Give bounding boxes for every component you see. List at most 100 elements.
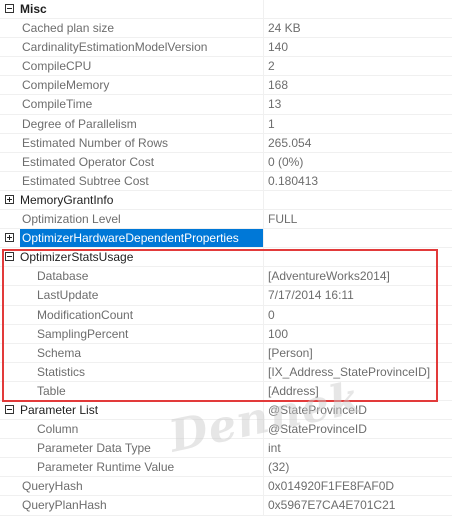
- property-name: CompileMemory: [22, 78, 110, 93]
- collapse-icon[interactable]: [5, 4, 14, 13]
- column-divider: [263, 57, 264, 76]
- column-divider: [263, 19, 264, 38]
- row-gutter: [0, 324, 18, 343]
- property-name: CompileTime: [22, 97, 93, 112]
- property-row[interactable]: Estimated Number of Rows 265.054: [0, 133, 452, 153]
- column-divider: [263, 267, 264, 286]
- property-value: 140: [268, 40, 289, 55]
- column-divider: [263, 477, 264, 496]
- property-name: QueryPlanHash: [22, 498, 107, 513]
- property-value: [268, 229, 452, 247]
- property-name: Database: [37, 269, 89, 284]
- property-value: [AdventureWorks2014]: [268, 269, 390, 284]
- property-name: Optimization Level: [22, 212, 121, 227]
- row-gutter: [0, 477, 18, 496]
- child-property-row[interactable]: Schema [Person]: [0, 343, 452, 363]
- property-row[interactable]: Estimated Subtree Cost 0.180413: [0, 171, 452, 191]
- child-property-row[interactable]: Statistics [IX_Address_StateProvinceID]: [0, 362, 452, 382]
- row-gutter: [0, 210, 18, 229]
- group-row[interactable]: OptimizerHardwareDependentProperties: [0, 229, 452, 249]
- group-row[interactable]: MemoryGrantInfo: [0, 190, 452, 211]
- column-divider: [263, 362, 264, 381]
- property-name: Estimated Operator Cost: [22, 154, 155, 169]
- column-divider: [263, 38, 264, 57]
- property-name: LastUpdate: [37, 288, 99, 303]
- property-value: [Address]: [268, 383, 319, 398]
- property-name: CardinalityEstimationModelVersion: [22, 40, 208, 55]
- property-name: SamplingPercent: [37, 326, 129, 341]
- property-value: (32): [268, 460, 290, 475]
- column-divider: [263, 343, 264, 362]
- child-property-row[interactable]: Parameter Data Type int: [0, 439, 452, 459]
- property-value: 100: [268, 326, 289, 341]
- expand-icon[interactable]: [5, 194, 14, 204]
- child-property-row[interactable]: SamplingPercent 100: [0, 324, 452, 344]
- row-gutter: [0, 439, 18, 458]
- property-value: 0.180413: [268, 173, 319, 188]
- column-divider: [263, 496, 264, 515]
- property-name: Estimated Subtree Cost: [22, 173, 149, 188]
- property-row[interactable]: CompileMemory 168: [0, 76, 452, 96]
- column-divider: [263, 171, 264, 190]
- row-gutter: [0, 267, 18, 286]
- property-name: QueryHash: [22, 479, 83, 494]
- property-value: 0 (0%): [268, 154, 304, 169]
- child-property-row[interactable]: LastUpdate 7/17/2014 16:11: [0, 286, 452, 306]
- property-value: 24 KB: [268, 21, 301, 36]
- column-divider: [263, 439, 264, 458]
- property-value: [268, 248, 452, 266]
- property-name: MemoryGrantInfo: [20, 192, 114, 207]
- row-gutter: [0, 362, 18, 381]
- property-row[interactable]: QueryPlanHash 0x5967E7CA4E701C21: [0, 496, 452, 516]
- property-name: OptimizerHardwareDependentProperties: [20, 229, 263, 248]
- property-name: Degree of Parallelism: [22, 116, 137, 131]
- column-divider: [263, 190, 264, 210]
- child-property-row[interactable]: ModificationCount 0: [0, 305, 452, 325]
- property-name: Schema: [37, 345, 82, 360]
- property-name: Table: [37, 383, 66, 398]
- collapse-icon[interactable]: [5, 252, 14, 262]
- column-divider: [263, 0, 264, 19]
- property-value: @StateProvinceID: [268, 422, 367, 437]
- property-row[interactable]: Optimization Level FULL: [0, 210, 452, 230]
- row-gutter: [0, 420, 18, 439]
- property-name: Statistics: [37, 364, 86, 379]
- collapse-icon[interactable]: [5, 404, 14, 414]
- property-row[interactable]: CardinalityEstimationModelVersion 140: [0, 38, 452, 58]
- column-divider: [263, 133, 264, 152]
- category-row[interactable]: Misc: [0, 0, 452, 20]
- property-row[interactable]: Estimated Operator Cost 0 (0%): [0, 152, 452, 172]
- property-name: ModificationCount: [37, 307, 134, 322]
- group-row[interactable]: OptimizerStatsUsage: [0, 248, 452, 268]
- row-gutter: [0, 0, 18, 19]
- property-row[interactable]: Degree of Parallelism 1: [0, 114, 452, 134]
- column-divider: [263, 76, 264, 95]
- child-property-row[interactable]: Database [AdventureWorks2014]: [0, 267, 452, 287]
- column-divider: [263, 248, 264, 267]
- column-divider: [263, 381, 264, 400]
- row-gutter: [0, 114, 18, 133]
- row-gutter: [0, 95, 18, 114]
- row-gutter: [0, 458, 18, 477]
- property-name: Parameter Data Type: [37, 441, 151, 456]
- row-gutter: [0, 343, 18, 362]
- property-row[interactable]: QueryHash 0x014920F1FE8FAF0D: [0, 477, 452, 497]
- property-row[interactable]: CompileTime 13: [0, 95, 452, 115]
- column-divider: [263, 210, 264, 229]
- property-value: 265.054: [268, 135, 312, 150]
- group-row[interactable]: Parameter List @StateProvinceID: [0, 400, 452, 421]
- property-name: Misc: [20, 2, 47, 16]
- expand-icon[interactable]: [5, 233, 14, 243]
- row-gutter: [0, 152, 18, 171]
- child-property-row[interactable]: Table [Address]: [0, 381, 452, 401]
- column-divider: [263, 324, 264, 343]
- property-name: Parameter Runtime Value: [37, 460, 175, 475]
- property-row[interactable]: Cached plan size 24 KB: [0, 19, 452, 39]
- property-row[interactable]: CompileCPU 2: [0, 57, 452, 77]
- property-value: [IX_Address_StateProvinceID]: [268, 364, 431, 379]
- child-property-row[interactable]: Column @StateProvinceID: [0, 420, 452, 440]
- row-gutter: [0, 190, 18, 210]
- child-property-row[interactable]: Parameter Runtime Value (32): [0, 458, 452, 478]
- property-name: Cached plan size: [22, 21, 115, 36]
- column-divider: [263, 420, 264, 439]
